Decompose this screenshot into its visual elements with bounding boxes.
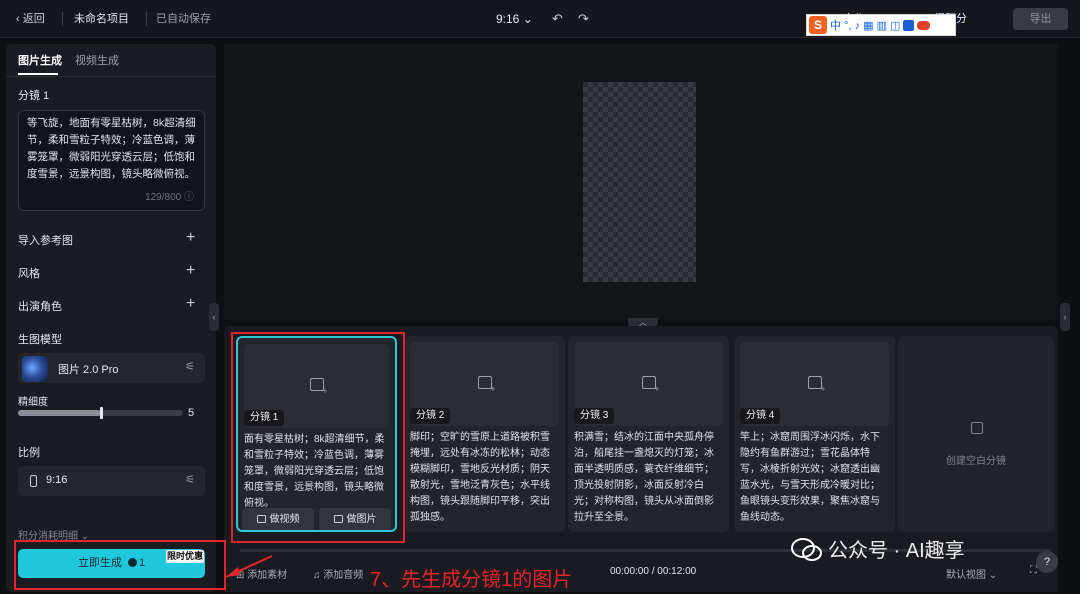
annotation-step-text: 7、先生成分镜1的图片: [370, 569, 573, 591]
watermark: 公众号 · AI趣享: [828, 540, 965, 562]
wechat-icon: [791, 538, 822, 561]
help-icon[interactable]: ?: [1036, 551, 1058, 573]
annotation-arrow: [225, 555, 273, 578]
